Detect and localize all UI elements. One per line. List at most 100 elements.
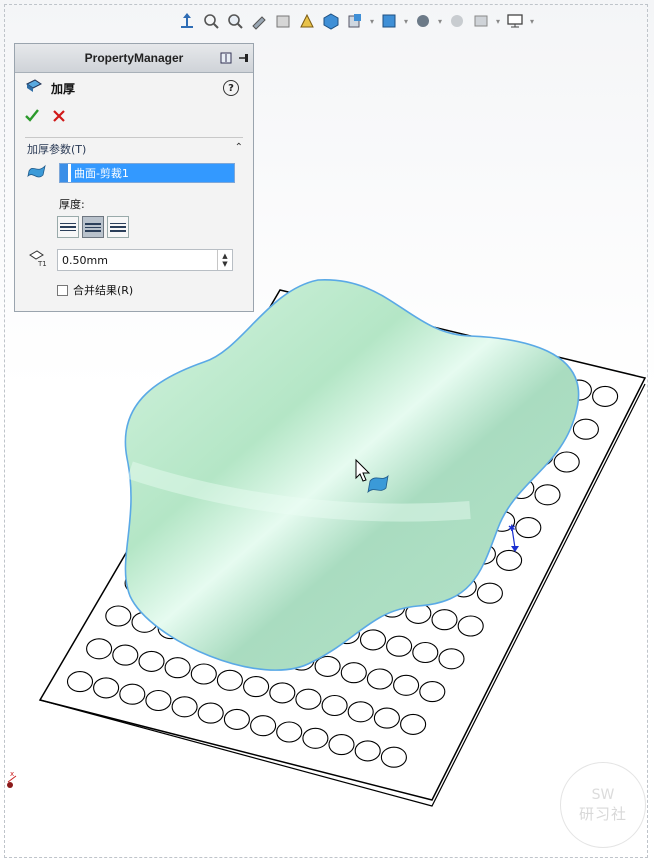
plate-hole bbox=[380, 746, 407, 768]
plate-hole bbox=[431, 609, 458, 631]
watermark-bottom: 研习社 bbox=[578, 804, 627, 823]
plate-hole bbox=[86, 638, 113, 660]
plate-hole bbox=[419, 681, 446, 703]
zoom-area-icon[interactable] bbox=[224, 10, 246, 32]
plate-hole bbox=[250, 715, 277, 737]
plate-hole bbox=[197, 702, 224, 724]
plate-hole bbox=[386, 635, 413, 657]
plate-hole bbox=[534, 484, 561, 506]
plate-hole bbox=[412, 641, 439, 664]
plate-hole bbox=[314, 655, 341, 677]
merge-result-label[interactable]: 合并结果(R) bbox=[73, 282, 133, 298]
heads-up-toolbar: ▾ ▾ ▾ ▾ ▾ bbox=[176, 8, 536, 34]
apply-scene-icon[interactable] bbox=[446, 10, 468, 32]
collapse-icon[interactable]: ⌃ bbox=[235, 142, 243, 153]
plate-hole bbox=[269, 682, 296, 704]
property-manager-title: PropertyManager bbox=[84, 51, 184, 65]
plate-hole bbox=[354, 740, 381, 762]
plate-hole bbox=[302, 727, 329, 749]
dropdown-arrow-icon[interactable]: ▾ bbox=[528, 10, 536, 32]
view-orientation-icon[interactable] bbox=[176, 10, 198, 32]
display-style-icon[interactable] bbox=[344, 10, 366, 32]
plate-hole bbox=[112, 644, 139, 666]
thickness-value[interactable]: 0.50mm bbox=[58, 254, 108, 267]
dynamic-annotation-icon[interactable] bbox=[296, 10, 318, 32]
thickness-value-icon: T1 bbox=[27, 249, 47, 271]
plate-hole bbox=[93, 677, 120, 699]
property-manager-header: PropertyManager bbox=[15, 44, 253, 73]
plate-hole bbox=[438, 648, 465, 670]
plate-hole bbox=[476, 582, 503, 604]
plate-hole bbox=[223, 708, 250, 730]
plate-hole bbox=[496, 549, 523, 571]
plate-hole bbox=[243, 676, 270, 698]
plate-hole bbox=[276, 721, 303, 743]
pin-icon[interactable] bbox=[219, 50, 233, 69]
edit-appearance-icon[interactable] bbox=[412, 10, 434, 32]
selection-color-stripe bbox=[60, 164, 68, 182]
plate-hole bbox=[328, 734, 355, 756]
surface-selection-box[interactable]: 曲面-剪裁1 bbox=[59, 163, 235, 183]
plate-hole bbox=[592, 385, 619, 407]
plate-hole bbox=[171, 696, 198, 718]
previous-view-icon[interactable] bbox=[248, 10, 270, 32]
watermark-seal: SW 研习社 bbox=[560, 762, 646, 848]
plate-hole bbox=[119, 683, 146, 705]
plate-hole bbox=[347, 701, 374, 723]
plate-hole bbox=[190, 663, 217, 685]
origin-triad-icon: x bbox=[7, 770, 17, 788]
thicken-side-2-button[interactable] bbox=[107, 216, 129, 238]
plate-hole bbox=[138, 650, 165, 672]
zoom-to-fit-icon[interactable] bbox=[200, 10, 222, 32]
dropdown-arrow-icon[interactable]: ▾ bbox=[402, 10, 410, 32]
dropdown-arrow-icon[interactable]: ▾ bbox=[436, 10, 444, 32]
plate-hole bbox=[321, 694, 348, 717]
thicken-side-1-button[interactable] bbox=[57, 216, 79, 238]
plate-hole bbox=[373, 707, 400, 729]
plate-hole bbox=[340, 662, 367, 684]
help-icon[interactable]: ? bbox=[223, 80, 239, 96]
hide-show-items-icon[interactable] bbox=[378, 10, 400, 32]
plate-hole bbox=[164, 657, 191, 679]
plate-hole bbox=[66, 671, 94, 693]
plate-hole bbox=[572, 418, 599, 440]
plate-hole bbox=[359, 629, 387, 651]
ok-button[interactable] bbox=[25, 107, 39, 126]
graphics-area[interactable]: ✱ x ▾ ▾ ▾ ▾ ▾ PropertyManager 加厚 ? 加厚参数(… bbox=[0, 0, 654, 864]
thickness-input[interactable]: 0.50mm ▲ ▼ bbox=[57, 249, 233, 271]
view-cube-icon[interactable] bbox=[320, 10, 342, 32]
plate-hole bbox=[400, 713, 427, 735]
dropdown-arrow-icon[interactable]: ▾ bbox=[368, 10, 376, 32]
view-settings-icon[interactable] bbox=[470, 10, 492, 32]
plate-hole bbox=[145, 689, 172, 712]
thicken-parameters-group[interactable]: 加厚参数(T) ⌃ bbox=[15, 138, 253, 160]
selected-surface-item[interactable]: 曲面-剪裁1 bbox=[70, 164, 234, 182]
dropdown-arrow-icon[interactable]: ▾ bbox=[494, 10, 502, 32]
merge-result-checkbox[interactable] bbox=[57, 284, 68, 296]
plate-hole bbox=[393, 674, 420, 696]
push-pin-icon[interactable] bbox=[237, 50, 249, 69]
thicken-both-sides-button[interactable] bbox=[82, 216, 104, 238]
group-title: 加厚参数(T) bbox=[27, 143, 87, 156]
section-view-icon[interactable] bbox=[272, 10, 294, 32]
surface-face-icon bbox=[27, 163, 47, 183]
plate-hole bbox=[457, 615, 484, 637]
svg-text:✱: ✱ bbox=[508, 524, 516, 534]
svg-text:T1: T1 bbox=[37, 260, 47, 267]
plate-hole bbox=[105, 605, 132, 627]
plate-hole bbox=[515, 517, 542, 539]
plate-hole bbox=[366, 668, 393, 690]
plate-hole bbox=[216, 669, 243, 691]
cancel-button[interactable] bbox=[53, 107, 65, 126]
monitor-icon[interactable] bbox=[504, 10, 526, 32]
thickness-spinner[interactable]: ▲ ▼ bbox=[217, 250, 232, 270]
thickness-label: 厚度: bbox=[59, 198, 85, 211]
svg-text:x: x bbox=[10, 770, 14, 778]
watermark-top: SW bbox=[591, 786, 615, 803]
thicken-feature-icon bbox=[25, 78, 43, 98]
plate-hole bbox=[553, 451, 580, 473]
thickness-direction-buttons bbox=[57, 216, 253, 238]
feature-title: 加厚 bbox=[51, 81, 76, 96]
property-manager-panel: PropertyManager 加厚 ? 加厚参数(T) ⌃ 曲面-剪裁1 厚度… bbox=[14, 43, 254, 312]
plate-hole bbox=[295, 688, 322, 710]
